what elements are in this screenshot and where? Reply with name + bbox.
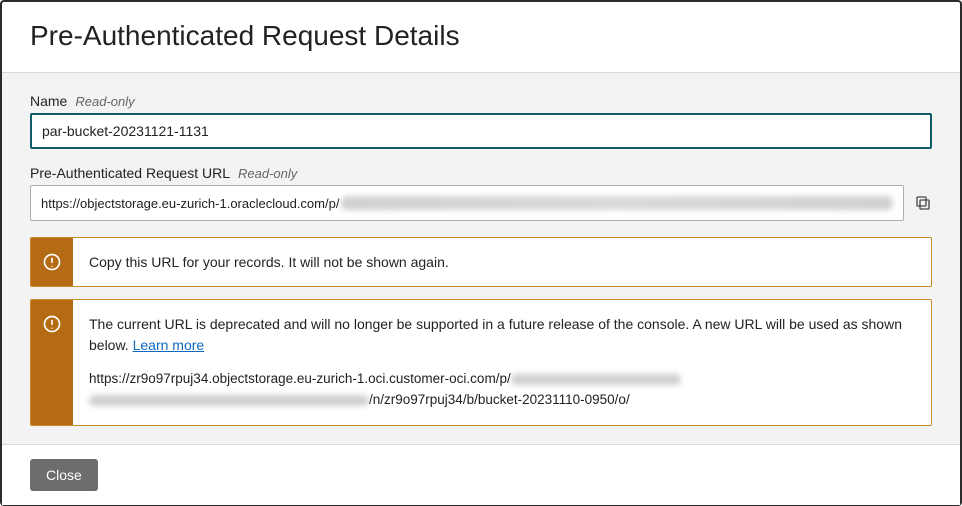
warning-icon — [42, 252, 62, 272]
url-readonly-hint: Read-only — [238, 166, 297, 181]
name-label: Name — [30, 93, 67, 109]
learn-more-link[interactable]: Learn more — [133, 337, 205, 353]
deprecated-alert-body: The current URL is deprecated and will n… — [73, 300, 931, 424]
dialog-title: Pre-Authenticated Request Details — [30, 20, 932, 52]
deprecated-alert-side — [31, 300, 73, 424]
copy-alert-side — [31, 238, 73, 286]
copy-alert-text: Copy this URL for your records. It will … — [89, 254, 449, 270]
url-label-row: Pre-Authenticated Request URL Read-only — [30, 165, 932, 181]
deprecated-alert: The current URL is deprecated and will n… — [30, 299, 932, 425]
warning-icon — [42, 314, 62, 334]
dialog-body: Name Read-only Pre-Authenticated Request… — [2, 73, 960, 445]
url-redacted — [511, 374, 681, 385]
copy-alert-body: Copy this URL for your records. It will … — [73, 238, 931, 286]
dialog-footer: Close — [2, 445, 960, 505]
url-redacted — [89, 395, 369, 406]
url-visible-prefix: https://objectstorage.eu-zurich-1.oracle… — [41, 196, 339, 211]
name-readonly-hint: Read-only — [75, 94, 134, 109]
copy-alert: Copy this URL for your records. It will … — [30, 237, 932, 287]
url-input[interactable]: https://objectstorage.eu-zurich-1.oracle… — [30, 185, 904, 221]
url-row: https://objectstorage.eu-zurich-1.oracle… — [30, 185, 932, 221]
copy-icon[interactable] — [914, 194, 932, 212]
deprecated-text: The current URL is deprecated and will n… — [89, 316, 902, 352]
url-label: Pre-Authenticated Request URL — [30, 165, 230, 181]
dialog-header: Pre-Authenticated Request Details — [2, 2, 960, 72]
deprecated-url-suffix: /n/zr9o97rpuj34/b/bucket-20231110-0950/o… — [369, 392, 630, 407]
url-redacted — [341, 196, 893, 210]
deprecated-url-prefix: https://zr9o97rpuj34.objectstorage.eu-zu… — [89, 371, 511, 386]
deprecated-url: https://zr9o97rpuj34.objectstorage.eu-zu… — [89, 369, 915, 411]
name-input[interactable] — [30, 113, 932, 149]
name-label-row: Name Read-only — [30, 93, 932, 109]
close-button[interactable]: Close — [30, 459, 98, 491]
